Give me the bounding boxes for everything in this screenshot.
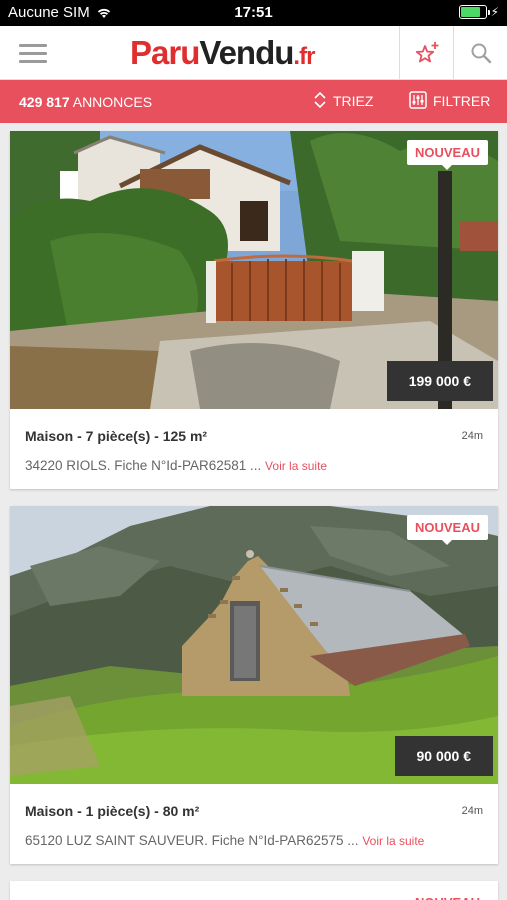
results-toolbar: 429 817 ANNONCES TRIEZ FILTRER — [0, 80, 507, 123]
price-tag: 90 000 € — [394, 736, 493, 776]
listing-info: Maison - 1 pièce(s) - 80 m² 24m 65120 LU… — [10, 784, 498, 864]
new-badge: NOUVEAU — [406, 890, 488, 900]
results-count: 429 817 ANNONCES — [19, 94, 153, 110]
read-more-link[interactable]: Voir la suite — [362, 834, 424, 848]
search-button[interactable] — [453, 26, 507, 80]
status-bar: Aucune SIM 17:51 ⚡ — [0, 0, 507, 26]
filter-sliders-icon — [409, 91, 427, 109]
listing-photo: NOUVEAU — [10, 881, 498, 900]
listing-description: 34220 RIOLS. Fiche N°Id-PAR62581 ... Voi… — [25, 458, 328, 473]
app-header: ParuVendu.fr — [0, 26, 507, 80]
battery-icon — [458, 5, 490, 19]
listing-age: 24m — [461, 805, 483, 817]
search-icon — [471, 43, 491, 64]
star-sparkle-icon — [415, 42, 438, 63]
listing-age: 24m — [461, 430, 483, 442]
filter-label: FILTRER — [433, 93, 491, 109]
read-more-link[interactable]: Voir la suite — [265, 459, 327, 473]
sort-arrows-icon — [314, 91, 326, 109]
new-badge: NOUVEAU — [406, 140, 488, 170]
hamburger-menu-icon[interactable] — [0, 26, 66, 80]
listing-title: Maison - 1 pièce(s) - 80 m² — [25, 803, 200, 819]
clock: 17:51 — [234, 4, 273, 21]
favorites-button[interactable] — [399, 26, 453, 80]
listing-card[interactable]: NOUVEAU — [10, 881, 498, 900]
listing-title: Maison - 7 pièce(s) - 125 m² — [25, 428, 208, 444]
price-tag: 199 000 € — [386, 361, 493, 401]
paruvendu-logo[interactable]: ParuVendu.fr — [130, 36, 315, 74]
listing-card[interactable]: NOUVEAU 90 000 € Maison - 1 pièce(s) - 8… — [10, 506, 498, 864]
charging-icon: ⚡ — [490, 5, 499, 19]
listing-info: Maison - 7 pièce(s) - 125 m² 24m 34220 R… — [10, 409, 498, 489]
new-badge: NOUVEAU — [406, 515, 488, 545]
sort-label: TRIEZ — [333, 93, 374, 109]
listing-description: 65120 LUZ SAINT SAUVEUR. Fiche N°Id-PAR6… — [25, 833, 425, 848]
sort-button[interactable]: TRIEZ — [313, 91, 373, 109]
listing-card[interactable]: NOUVEAU 199 000 € Maison - 7 pièce(s) - … — [10, 131, 498, 489]
listing-photo: NOUVEAU 199 000 € — [10, 131, 498, 409]
filter-button[interactable]: FILTRER — [409, 91, 490, 109]
listing-photo: NOUVEAU 90 000 € — [10, 506, 498, 784]
